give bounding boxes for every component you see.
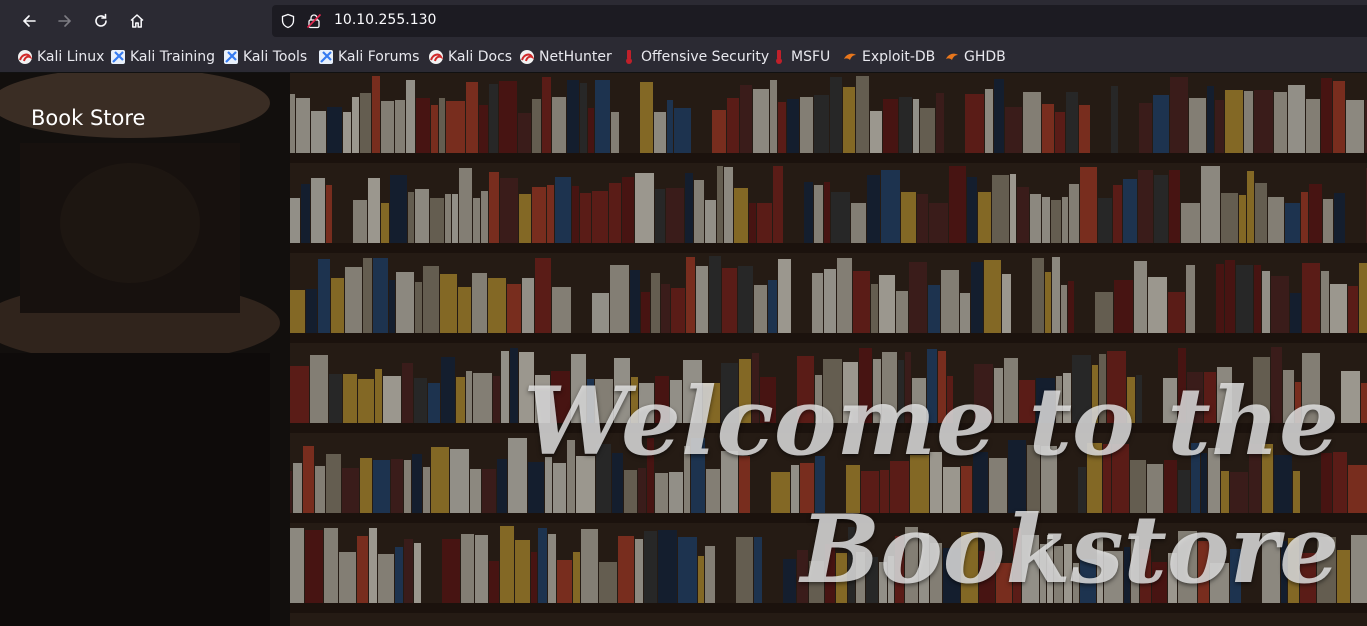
bookmark-kali-docs[interactable]: Kali Docs: [428, 48, 512, 66]
arrow-right-icon: [58, 15, 72, 27]
reload-button[interactable]: [87, 7, 115, 35]
hero-line-2: Bookstore: [800, 495, 1339, 605]
offsec-icon: [621, 49, 637, 65]
exploit-db-icon: [842, 49, 858, 65]
forward-button[interactable]: [51, 7, 79, 35]
kali-forums-icon: [318, 49, 334, 65]
offsec-icon: [771, 49, 787, 65]
kali-dragon-icon: [519, 49, 535, 65]
back-button[interactable]: [15, 7, 43, 35]
hero-line-1: Welcome to the: [523, 367, 1339, 477]
bookmark-kali-linux[interactable]: Kali Linux: [17, 48, 104, 66]
page-viewport: Book Store Welcome to the Bookstore: [0, 73, 1367, 626]
bookmark-kali-tools[interactable]: Kali Tools: [223, 48, 307, 66]
bookmarks-bar: Kali Linux Kali Training Kali Tools Kali…: [0, 42, 1367, 73]
home-icon: [130, 14, 144, 28]
hero-heading: Welcome to the Bookstore: [439, 358, 1339, 614]
bookmark-ghdb[interactable]: GHDB: [944, 48, 1006, 66]
kali-dragon-icon: [428, 49, 444, 65]
exploit-db-icon: [944, 49, 960, 65]
arrow-left-icon: [22, 15, 36, 27]
url-text[interactable]: 10.10.255.130: [334, 12, 436, 28]
kali-training-icon: [110, 49, 126, 65]
shield-icon[interactable]: [280, 13, 296, 29]
bookmark-exploit-db[interactable]: Exploit-DB: [842, 48, 935, 66]
bookmark-kali-forums[interactable]: Kali Forums: [318, 48, 419, 66]
bookmark-kali-training[interactable]: Kali Training: [110, 48, 215, 66]
home-button[interactable]: [123, 7, 151, 35]
address-bar[interactable]: 10.10.255.130: [272, 5, 1367, 37]
site-brand-link[interactable]: Book Store: [31, 106, 145, 130]
kali-dragon-icon: [17, 49, 33, 65]
reload-icon: [95, 13, 107, 27]
bookmark-msfu[interactable]: MSFU: [771, 48, 830, 66]
browser-toolbar: 10.10.255.130: [0, 0, 1367, 42]
bookmark-nethunter[interactable]: NetHunter: [519, 48, 612, 66]
kali-tools-icon: [223, 49, 239, 65]
insecure-lock-icon[interactable]: [306, 13, 322, 29]
bookmark-offensive-security[interactable]: Offensive Security: [621, 48, 769, 66]
